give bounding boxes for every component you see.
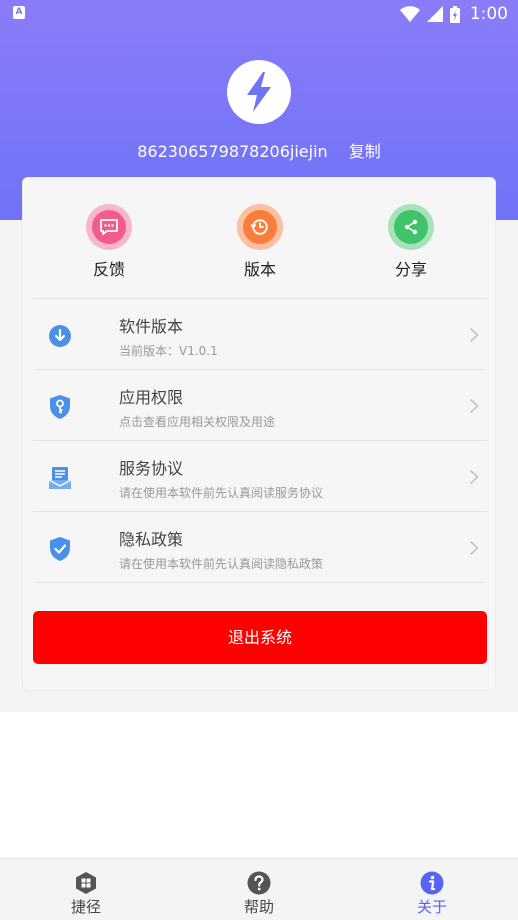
quick-action-feedback[interactable]: 反馈 [59,204,159,280]
quick-actions: 反馈 版本 分享 [23,178,497,298]
menu-item-app-permissions[interactable]: 应用权限 点击查看应用相关权限及用途 [33,370,487,441]
shortcut-icon [76,872,96,894]
status-bar: A 1:00 [0,0,518,28]
info-icon [420,871,444,895]
shield-key-icon [50,395,70,419]
feedback-icon [100,219,118,235]
device-row: 862306579878206jiejin 复制 [0,141,518,163]
nav-item-shortcut[interactable]: 捷径 [26,859,146,920]
help-icon [247,871,271,895]
quick-action-circle [243,210,277,244]
menu-item-service-agreement[interactable]: 服务协议 请在使用本软件前先认真阅读服务协议 [33,441,487,512]
logout-button[interactable]: 退出系统 [33,611,487,664]
nav-label: 捷径 [70,898,101,916]
download-circle-icon [49,325,71,347]
menu-item-software-version[interactable]: 软件版本 当前版本：V1.0.1 [33,299,487,370]
menu-item-title: 应用权限 [119,388,184,407]
signal-icon [426,6,443,22]
menu-item-privacy-policy[interactable]: 隐私政策 请在使用本软件前先认真阅读隐私政策 [33,512,487,583]
chevron-right-icon [469,469,479,485]
nav-label: 关于 [416,898,447,916]
wifi-icon [399,6,420,22]
copy-button[interactable]: 复制 [349,142,381,161]
quick-action-ring [86,204,132,250]
quick-action-ring [237,204,283,250]
chevron-right-icon [469,327,479,343]
menu-icon [47,465,73,491]
quick-action-ring [388,204,434,250]
shield-check-icon [50,537,70,561]
menu-item-subtitle: 点击查看应用相关权限及用途 [119,415,276,429]
status-time: 1:00 [469,4,508,24]
menu-item-title: 隐私政策 [119,530,184,549]
menu-item-subtitle: 请在使用本软件前先认真阅读隐私政策 [119,557,324,571]
menu-list: 软件版本 当前版本：V1.0.1 应用权限 点击查看应用相关权限及用途 服务协议… [33,298,487,583]
quick-action-label: 反馈 [92,260,125,279]
agreement-icon [48,467,72,489]
app-logo [227,60,291,124]
quick-action-label: 分享 [394,260,427,279]
nav-item-about[interactable]: 关于 [372,859,492,920]
version-icon [250,219,268,235]
menu-icon [47,394,73,420]
quick-action-circle [394,210,428,244]
bottom-nav: 捷径 帮助 关于 [0,858,518,920]
notification-app-icon: A [13,6,25,19]
nav-icon [247,871,271,895]
chevron-right-icon [469,540,479,556]
quick-action-share[interactable]: 分享 [361,204,461,280]
quick-action-version[interactable]: 版本 [210,204,310,280]
nav-label: 帮助 [243,898,274,916]
quick-action-circle [92,210,126,244]
share-icon [404,219,418,235]
status-icons: 1:00 [399,4,508,24]
nav-icon [420,871,444,895]
nav-item-help[interactable]: 帮助 [199,859,319,920]
lightning-icon [247,72,271,112]
menu-icon [47,323,73,349]
menu-item-title: 服务协议 [119,459,184,478]
nav-icon [74,871,98,895]
menu-icon [47,536,73,562]
chevron-right-icon [469,398,479,414]
device-id: 862306579878206jiejin [137,142,328,161]
menu-item-subtitle: 当前版本：V1.0.1 [119,344,218,358]
menu-item-title: 软件版本 [119,317,184,336]
about-card: 反馈 版本 分享 软件版本 当前版本：V1.0.1 应用权限 点击查看应用相关权… [22,177,496,691]
battery-icon [449,5,460,23]
quick-action-label: 版本 [243,260,276,279]
menu-item-subtitle: 请在使用本软件前先认真阅读服务协议 [119,486,324,500]
